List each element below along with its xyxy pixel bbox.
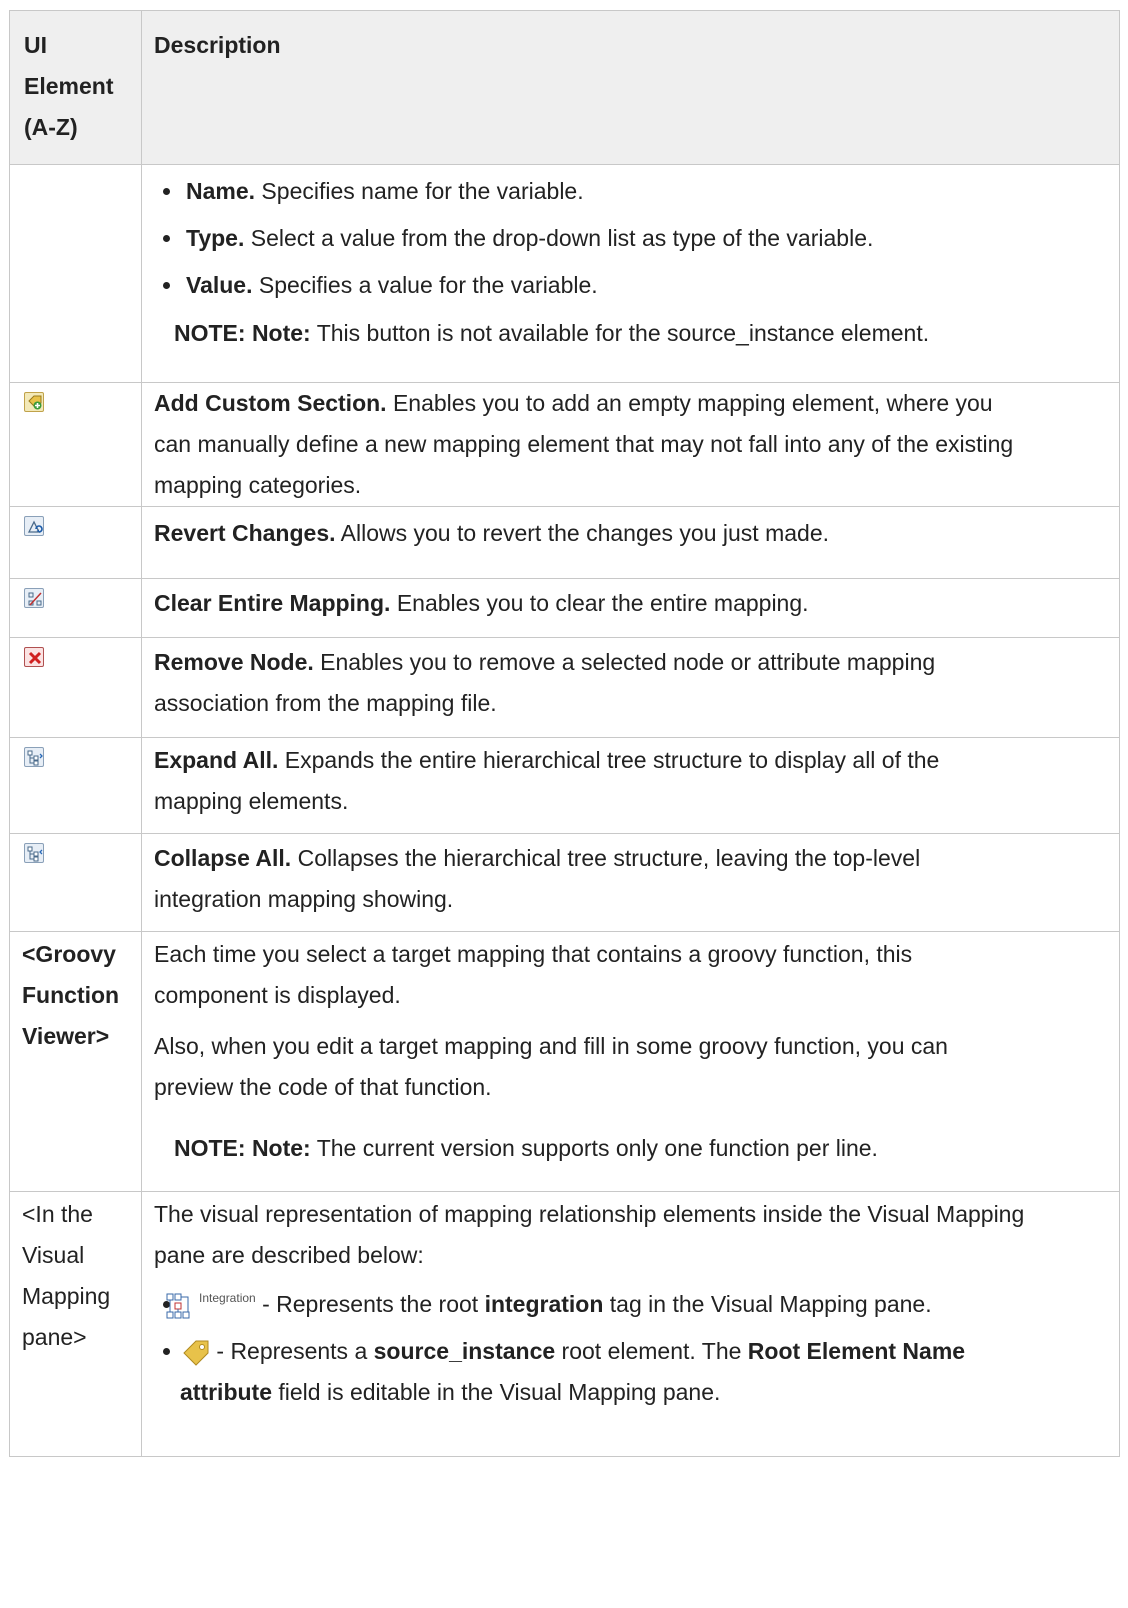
table-row: <In the Visual Mapping pane> The visual … <box>9 1191 1120 1457</box>
table-row: <Groovy Function Viewer> Each time you s… <box>9 931 1120 1192</box>
list-item: - Represents a source_instance root elem… <box>154 1331 1107 1413</box>
table-row: Collapse All. Collapses the hierarchical… <box>9 833 1120 932</box>
expand-all-description: Expand All. Expands the entire hierarchi… <box>154 747 940 814</box>
list-item: Type. Select a value from the drop-down … <box>154 218 1107 259</box>
table-row: Expand All. Expands the entire hierarchi… <box>9 737 1120 834</box>
visual-elements-list: Integration - Represents the root integr… <box>154 1284 1107 1413</box>
variable-fields-list: Name. Specifies name for the variable. T… <box>154 171 1107 306</box>
note: NOTE: Note: The current version supports… <box>174 1135 878 1161</box>
add-custom-section-description: Add Custom Section. Enables you to add a… <box>154 390 1014 498</box>
collapse-all-icon[interactable] <box>24 843 44 863</box>
header-ui-element: UI Element (A-Z) <box>9 10 142 165</box>
table-row: Name. Specifies name for the variable. T… <box>9 164 1120 383</box>
table-row: Revert Changes. Allows you to revert the… <box>9 506 1120 579</box>
table-row: Remove Node. Enables you to remove a sel… <box>9 637 1120 738</box>
paragraph: The visual representation of mapping rel… <box>154 1201 1025 1268</box>
paragraph: Each time you select a target mapping th… <box>154 941 913 1008</box>
remove-node-icon[interactable] <box>24 647 44 667</box>
groovy-function-viewer-label: <Groovy Function Viewer> <box>22 941 120 1049</box>
revert-changes-description: Revert Changes. Allows you to revert the… <box>154 520 830 546</box>
collapse-all-description: Collapse All. Collapses the hierarchical… <box>154 845 921 912</box>
clear-entire-mapping-icon[interactable] <box>24 588 44 608</box>
clear-entire-mapping-description: Clear Entire Mapping. Enables you to cle… <box>154 590 809 616</box>
table-header-row: UI Element (A-Z) Description <box>9 10 1120 165</box>
header-description: Description <box>141 10 1120 165</box>
remove-node-description: Remove Node. Enables you to remove a sel… <box>154 649 936 716</box>
list-item: Integration - Represents the root integr… <box>154 1284 1107 1325</box>
paragraph: Also, when you edit a target mapping and… <box>154 1033 948 1100</box>
list-item: Value. Specifies a value for the variabl… <box>154 265 1107 306</box>
note: NOTE: Note: This button is not available… <box>174 320 930 346</box>
expand-all-icon[interactable] <box>24 747 44 767</box>
table-row: Add Custom Section. Enables you to add a… <box>9 382 1120 507</box>
list-item: Name. Specifies name for the variable. <box>154 171 1107 212</box>
integration-icon: Integration <box>166 1284 256 1325</box>
visual-mapping-pane-label: <In the Visual Mapping pane> <box>22 1201 111 1350</box>
ui-elements-table: UI Element (A-Z) Description Name. Speci… <box>9 10 1120 1457</box>
source-instance-tag-icon <box>180 1338 216 1366</box>
revert-changes-icon[interactable] <box>24 516 44 536</box>
add-custom-section-icon[interactable] <box>24 392 44 412</box>
table-row: Clear Entire Mapping. Enables you to cle… <box>9 578 1120 638</box>
